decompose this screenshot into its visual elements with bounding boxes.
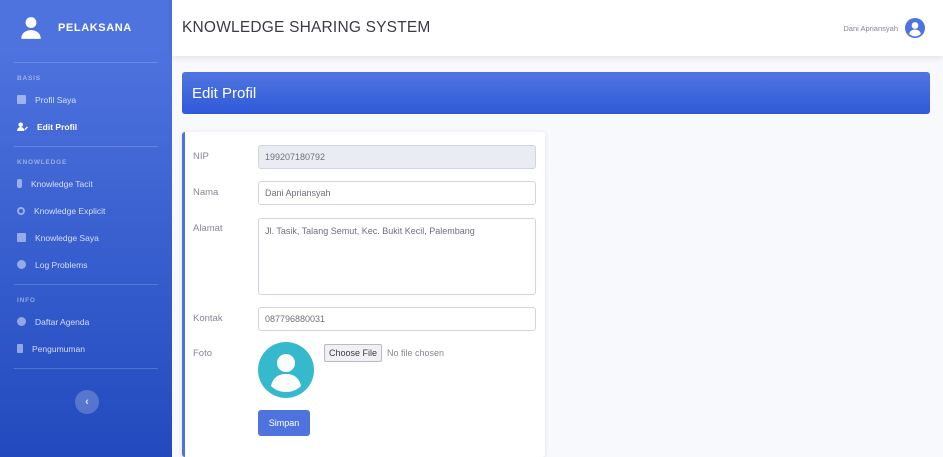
file-status: No file chosen xyxy=(387,348,445,358)
nama-field[interactable]: Dani Apriansyah xyxy=(258,181,536,205)
brand[interactable]: PELAKSANA xyxy=(0,0,172,56)
app-title: KNOWLEDGE SHARING SYSTEM xyxy=(182,19,431,36)
nip-field[interactable]: 199207180792 xyxy=(258,145,536,169)
user-icon xyxy=(17,95,26,104)
sidebar-item-pengumuman[interactable]: Pengumuman xyxy=(0,335,172,362)
sidebar-item-label: Pengumuman xyxy=(32,343,85,354)
sidebar-item-daftar-agenda[interactable]: Daftar Agenda xyxy=(0,308,172,335)
page-header: Edit Profil xyxy=(182,72,930,114)
sidebar-item-label: Edit Profil xyxy=(37,121,78,132)
sidebar-item-log-problems[interactable]: Log Problems xyxy=(0,251,172,278)
choose-file-button[interactable]: Choose File xyxy=(324,344,383,362)
save-button[interactable]: Simpan xyxy=(258,410,310,436)
alamat-textarea[interactable]: Jl. Tasik, Talang Semut, Kec. Bukit Keci… xyxy=(258,218,536,295)
bell-icon xyxy=(17,344,23,353)
file-input[interactable]: Choose File No file chosen xyxy=(324,344,444,362)
user-icon xyxy=(21,17,41,39)
alamat-label: Alamat xyxy=(193,223,223,234)
brand-name: PELAKSANA xyxy=(58,22,132,34)
circle-icon xyxy=(17,206,25,215)
sidebar-item-label: Log Problems xyxy=(35,259,88,270)
lightbulb-icon xyxy=(17,179,22,188)
sidebar-heading-basis: BASIS xyxy=(17,75,41,82)
sidebar-item-label: Daftar Agenda xyxy=(35,316,90,327)
user-avatar-icon xyxy=(905,18,925,38)
sidebar-item-label: Profil Saya xyxy=(35,94,77,105)
sidebar-heading-knowledge: KNOWLEDGE xyxy=(17,159,68,166)
topbar: KNOWLEDGE SHARING SYSTEM Dani Apriansyah xyxy=(172,0,943,56)
edit-profile-card: NIP 199207180792 Nama Dani Apriansyah Al… xyxy=(182,132,545,457)
sidebar-divider xyxy=(14,284,158,285)
sidebar-divider xyxy=(14,146,158,147)
sidebar: PELAKSANA BASIS Profil Saya Edit Profil … xyxy=(0,0,172,457)
page-title: Edit Profil xyxy=(192,84,257,102)
sidebar-item-profil-saya[interactable]: Profil Saya xyxy=(0,86,172,113)
sidebar-item-label: Knowledge Tacit xyxy=(31,178,93,189)
nama-label: Nama xyxy=(193,187,219,198)
kontak-label: Kontak xyxy=(193,313,223,324)
sidebar-divider xyxy=(14,368,158,369)
sidebar-item-knowledge-explicit[interactable]: Knowledge Explicit xyxy=(0,197,172,224)
sidebar-item-label: Knowledge Explicit xyxy=(34,205,106,216)
profile-photo-icon xyxy=(258,342,314,398)
sidebar-item-knowledge-tacit[interactable]: Knowledge Tacit xyxy=(0,170,172,197)
sidebar-item-label: Knowledge Saya xyxy=(35,232,99,243)
user-menu[interactable]: Dani Apriansyah xyxy=(843,18,925,38)
sidebar-heading-info: INFO xyxy=(17,297,36,304)
user-edit-icon xyxy=(17,122,28,131)
book-icon xyxy=(17,233,26,242)
sidebar-item-knowledge-saya[interactable]: Knowledge Saya xyxy=(0,224,172,251)
user-name: Dani Apriansyah xyxy=(843,23,898,33)
sidebar-toggle-button[interactable]: ‹ xyxy=(75,390,99,414)
sidebar-item-edit-profil[interactable]: Edit Profil xyxy=(0,113,172,140)
foto-label: Foto xyxy=(193,348,213,359)
calendar-icon xyxy=(17,317,26,326)
sidebar-divider xyxy=(14,62,158,63)
chevron-left-icon: ‹ xyxy=(85,396,89,408)
kontak-field[interactable]: 087796880031 xyxy=(258,307,536,331)
nip-label: NIP xyxy=(193,151,209,162)
info-icon xyxy=(17,260,26,269)
